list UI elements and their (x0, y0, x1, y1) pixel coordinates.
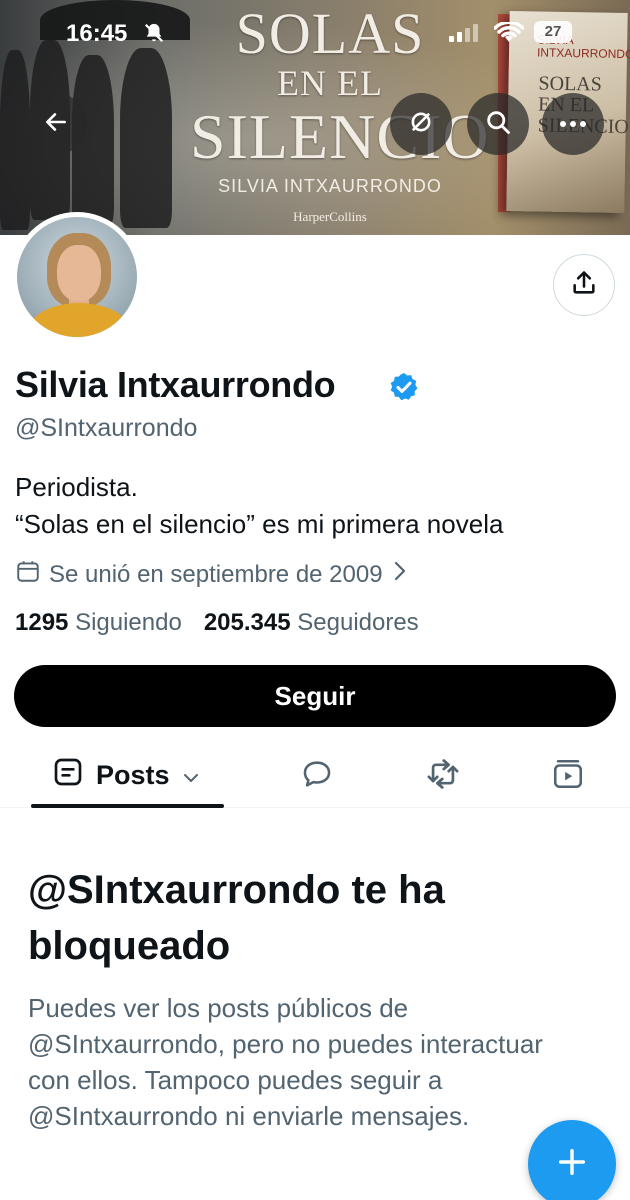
eye-off-icon (407, 108, 435, 141)
followers-label: Seguidores (297, 609, 419, 636)
bell-muted-icon (143, 22, 165, 49)
avatar-jacket (27, 303, 131, 337)
joined-date-link[interactable]: Se unió en septiembre de 2009 (15, 558, 409, 591)
profile-avatar[interactable] (12, 212, 142, 342)
followers-count: 205.345 (203, 609, 291, 636)
banner-author: SILVIA INTXAURRONDO (218, 176, 442, 196)
hide-button[interactable] (390, 93, 452, 155)
battery-indicator: 27 (534, 21, 572, 43)
search-icon (484, 108, 512, 141)
plus-icon (555, 1145, 589, 1184)
follow-stats: 1295 Siguiendo 205.345 Seguidores (15, 609, 419, 637)
banner-title-line1: SOLAS (235, 1, 425, 66)
avatar-face (57, 245, 101, 301)
chevron-down-icon[interactable] (182, 760, 200, 791)
banner-figure (0, 50, 30, 230)
tab-reposts[interactable] (424, 757, 462, 796)
more-options-button[interactable] (542, 93, 604, 155)
status-time: 16:45 (66, 20, 128, 47)
compose-button[interactable] (528, 1120, 616, 1200)
profile-tabs: Posts (0, 740, 630, 808)
profile-bio-line2: “Solas en el silencio” es mi primera nov… (15, 509, 504, 539)
joined-date-text: Se unió en septiembre de 2009 (49, 560, 383, 588)
search-button[interactable] (467, 93, 529, 155)
tab-posts[interactable]: Posts (52, 756, 200, 795)
verified-badge-icon[interactable] (388, 371, 420, 408)
back-button[interactable] (25, 93, 87, 155)
cellular-signal-icon (449, 24, 481, 47)
tab-media[interactable] (550, 757, 586, 796)
tab-posts-label: Posts (96, 760, 170, 790)
profile-handle: @SIntxaurrondo (15, 414, 198, 442)
follow-button[interactable]: Seguir (14, 665, 616, 727)
share-button[interactable] (553, 254, 615, 316)
following-link[interactable]: 1295 Siguiendo (15, 609, 182, 637)
banner-publisher: HarperCollins (293, 209, 367, 224)
blocked-title: @SIntxaurrondo te ha bloqueado (28, 868, 445, 968)
wifi-icon (493, 20, 525, 49)
followers-link[interactable]: 205.345 Seguidores (204, 609, 419, 637)
following-label: Siguiendo (75, 609, 182, 636)
following-count: 1295 (15, 609, 69, 636)
active-tab-indicator (31, 804, 224, 808)
tab-replies[interactable] (299, 757, 335, 796)
blocked-message: Puedes ver los posts públicos de @SIntxa… (28, 993, 543, 1131)
profile-bio-line1: Periodista. (15, 472, 138, 502)
share-icon (570, 269, 598, 302)
arrow-left-icon (43, 109, 69, 140)
ellipsis-icon (559, 115, 587, 133)
posts-icon (52, 756, 84, 795)
profile-name: Silvia Intxaurrondo (15, 364, 336, 405)
chevron-right-icon (391, 560, 409, 589)
calendar-icon (15, 558, 41, 591)
banner-figure (120, 48, 172, 228)
